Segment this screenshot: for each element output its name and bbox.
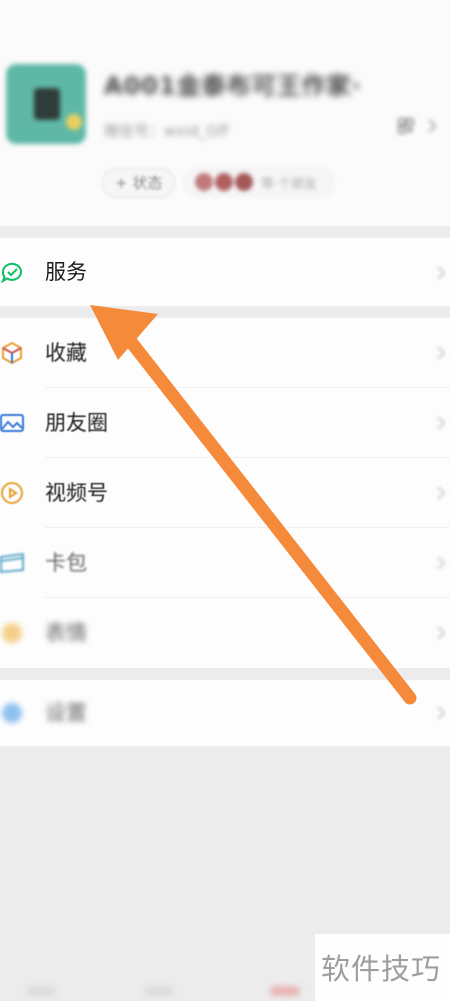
- chevron-right-icon: [437, 706, 446, 720]
- profile-wxid: 微信号：wxid_Gff: [104, 122, 229, 140]
- menu-item-favorites[interactable]: 收藏: [0, 318, 450, 388]
- add-status-button[interactable]: + 状态: [102, 168, 176, 198]
- profile-header[interactable]: A001金泰布可王作家· 微信号：wxid_Gff + 状态 等·个朋友: [0, 0, 450, 226]
- friends-status-chip[interactable]: 等·个朋友: [184, 168, 334, 196]
- channels-play-icon: [1, 482, 23, 504]
- chevron-right-icon: [428, 119, 437, 133]
- avatar-sun: [66, 114, 82, 130]
- friends-status-text: 等·个朋友: [261, 176, 318, 192]
- menu-item-card-wallet[interactable]: 卡包: [0, 528, 450, 598]
- menu-item-stickers[interactable]: 表情: [0, 598, 450, 668]
- avatar-figure: [34, 88, 60, 120]
- settings-gear-icon: [2, 703, 22, 723]
- friend-avatar-dot: [235, 173, 253, 191]
- menu-item-label: 收藏: [45, 341, 87, 365]
- menu-item-settings[interactable]: 设置: [0, 680, 450, 746]
- qr-code-icon[interactable]: [398, 118, 414, 134]
- friend-avatar-dot: [215, 173, 233, 191]
- friend-avatar-dot: [195, 173, 213, 191]
- status-button-label: + 状态: [115, 174, 163, 192]
- avatar[interactable]: [6, 64, 86, 144]
- settings-label: 设置: [45, 701, 87, 725]
- watermark: 软件技巧: [315, 934, 450, 1001]
- chevron-right-icon: [437, 266, 446, 280]
- watermark-text: 软件技巧: [321, 952, 442, 986]
- menu-item-label: 卡包: [45, 551, 87, 575]
- chevron-right-icon: [437, 346, 446, 360]
- chevron-right-icon: [437, 416, 446, 430]
- chevron-right-icon: [437, 486, 446, 500]
- tab-bar-item[interactable]: [270, 986, 300, 996]
- wechat-pay-check-icon: [1, 262, 22, 284]
- tab-bar-item[interactable]: [26, 986, 56, 996]
- settings-section: 设置: [0, 680, 450, 746]
- chevron-right-icon: [437, 626, 446, 640]
- services-label: 服务: [45, 260, 87, 284]
- menu-item-label: 视频号: [45, 481, 108, 505]
- sticker-smile-icon: [2, 623, 22, 643]
- profile-nickname: A001金泰布可王作家·: [104, 72, 362, 100]
- moments-image-icon: [0, 414, 24, 432]
- menu-item-label: 朋友圈: [45, 411, 108, 435]
- main-menu-section: 收藏 朋友圈 视频号 卡包 表情: [0, 318, 450, 668]
- chevron-right-icon: [437, 556, 446, 570]
- menu-item-services[interactable]: 服务: [0, 238, 450, 306]
- card-wallet-icon: [0, 552, 24, 574]
- services-section: 服务: [0, 238, 450, 306]
- favorites-cube-icon: [2, 341, 22, 365]
- tab-bar-item[interactable]: [144, 986, 174, 996]
- menu-item-moments[interactable]: 朋友圈: [0, 388, 450, 458]
- menu-item-channels[interactable]: 视频号: [0, 458, 450, 528]
- menu-item-label: 表情: [45, 621, 87, 645]
